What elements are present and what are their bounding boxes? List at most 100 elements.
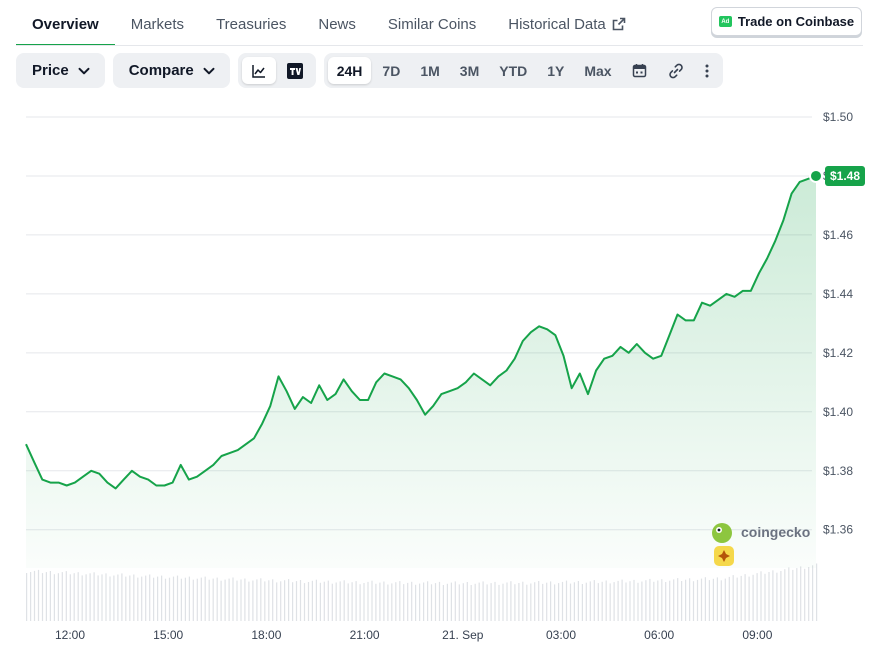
volume-bar	[81, 575, 83, 621]
volume-bar	[423, 582, 425, 621]
volume-bar	[69, 574, 71, 621]
coingecko-logo-icon	[712, 523, 732, 543]
price-dropdown[interactable]: Price	[16, 53, 105, 88]
tab-bar: Overview Markets Treasuries News Similar Coi…	[16, 0, 642, 46]
volume-bar	[121, 573, 123, 621]
volume-bar	[589, 581, 591, 621]
volume-bar	[621, 579, 623, 621]
volume-bar	[689, 578, 691, 621]
tradingview-button[interactable]	[278, 57, 312, 84]
volume-bar	[220, 580, 222, 621]
volume-bar	[268, 580, 270, 621]
range-max[interactable]: Max	[575, 57, 620, 84]
volume-bar	[585, 582, 587, 621]
trade-on-coinbase-button[interactable]: Ad Trade on Coinbase	[711, 7, 862, 36]
trade-button-label: Trade on Coinbase	[737, 14, 855, 29]
x-tick-label: 03:00	[546, 628, 576, 642]
y-tick-label: $1.36	[823, 523, 853, 537]
volume-bar	[522, 581, 524, 621]
volume-bar	[161, 575, 163, 621]
range-1m[interactable]: 1M	[411, 57, 448, 84]
volume-bar	[673, 579, 675, 621]
volume-bar	[756, 573, 758, 621]
watermark-text: coingecko	[741, 524, 810, 540]
volume-bar	[494, 581, 496, 621]
volume-bar	[288, 579, 290, 621]
volume-bar	[347, 583, 349, 621]
volume-bar	[57, 573, 59, 621]
volume-bar	[129, 575, 131, 621]
volume-bar	[569, 583, 572, 621]
range-1y[interactable]: 1Y	[538, 57, 573, 84]
volume-bar	[224, 579, 226, 621]
volume-bar	[780, 571, 782, 621]
volume-bar	[593, 580, 595, 621]
volume-bar	[764, 573, 766, 621]
volume-bar	[696, 579, 699, 621]
volume-bar	[768, 572, 770, 621]
volume-bar	[561, 581, 564, 621]
ad-badge: Ad	[718, 16, 732, 27]
volume-bar	[137, 577, 139, 621]
volume-bar	[387, 584, 389, 621]
volume-bar	[518, 583, 520, 621]
volume-bar	[228, 578, 230, 621]
volume-bar	[276, 582, 278, 621]
volume-bar	[343, 580, 345, 621]
volume-bar	[808, 567, 810, 621]
x-tick-label: 06:00	[644, 628, 674, 642]
range-7d[interactable]: 7D	[373, 57, 409, 84]
volume-bar	[645, 580, 647, 621]
volume-bar	[442, 585, 444, 621]
tab-treasuries[interactable]: Treasuries	[200, 0, 302, 46]
volume-bar	[661, 579, 663, 621]
volume-bar	[748, 576, 750, 621]
volume-bar	[812, 565, 814, 621]
volume-bar	[216, 577, 218, 621]
tab-news[interactable]: News	[302, 0, 372, 46]
more-options-button[interactable]	[695, 57, 719, 84]
volume-bar	[176, 575, 179, 621]
volume-bar	[184, 577, 186, 621]
volume-bar	[486, 584, 488, 621]
more-vertical-icon	[705, 64, 709, 77]
y-tick-label: $1.38	[823, 464, 853, 478]
price-chart[interactable]: $1.36 $1.38 $1.40 $1.42 $1.44 $1.46 $1.48 $1.50…	[0, 100, 879, 646]
tab-similar-coins[interactable]: Similar Coins	[372, 0, 492, 46]
volume-bar	[482, 581, 484, 621]
line-chart-button[interactable]	[241, 57, 276, 84]
calendar-button[interactable]	[623, 57, 657, 84]
volume-bar	[526, 584, 528, 621]
volume-bar	[26, 573, 28, 621]
volume-bar	[498, 584, 500, 621]
volume-bar	[474, 583, 476, 621]
volume-bar	[303, 583, 306, 621]
volume-bar	[740, 575, 742, 621]
compare-dropdown[interactable]: Compare	[112, 53, 230, 88]
share-link-button[interactable]	[659, 57, 693, 84]
volume-bar	[796, 568, 798, 621]
volume-bar	[331, 583, 333, 621]
volume-bar	[89, 573, 91, 621]
volume-bar	[117, 574, 119, 621]
volume-bar	[478, 582, 480, 621]
volume-bar	[649, 578, 651, 621]
volume-bar	[141, 576, 143, 621]
tab-markets[interactable]: Markets	[115, 0, 200, 46]
volume-bar	[538, 581, 540, 621]
range-3m[interactable]: 3M	[451, 57, 488, 84]
volume-bar	[407, 582, 409, 621]
x-tick-label: 15:00	[153, 628, 183, 642]
range-ytd[interactable]: YTD	[490, 57, 536, 84]
volume-bar	[419, 583, 421, 621]
volume-bar	[153, 577, 155, 621]
volume-bar	[558, 583, 560, 621]
volume-bar	[97, 575, 99, 621]
volume-bar	[371, 580, 373, 621]
tab-overview[interactable]: Overview	[16, 0, 115, 46]
volume-bar	[577, 581, 579, 621]
last-price-label: $1.48	[830, 169, 860, 183]
range-24h[interactable]: 24H	[327, 57, 372, 84]
tab-historical-data[interactable]: Historical Data	[492, 0, 642, 46]
volume-bar	[204, 576, 206, 621]
